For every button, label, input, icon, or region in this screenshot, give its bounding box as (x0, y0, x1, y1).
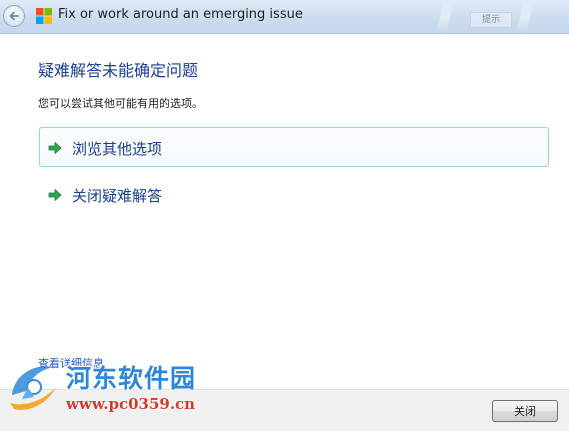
footer-bar: 关闭 (0, 389, 569, 431)
close-button[interactable]: 关闭 (492, 400, 558, 422)
glass-streak (436, 0, 454, 33)
option-label: 关闭疑难解答 (72, 187, 163, 205)
option-label: 浏览其他选项 (72, 140, 163, 158)
close-troubleshooter-button[interactable]: 关闭疑难解答 (39, 174, 549, 214)
view-details-link[interactable]: 查看详细信息 (38, 355, 104, 371)
glass-streak (516, 0, 534, 33)
page-title: 疑难解答未能确定问题 (38, 61, 199, 80)
page-description: 您可以尝试其他可能有用的选项。 (38, 97, 203, 110)
window-title: Fix or work around an emerging issue (58, 7, 303, 22)
green-arrow-icon (48, 189, 62, 201)
green-arrow-icon (48, 142, 62, 154)
windows-logo-icon (36, 8, 52, 24)
title-hint: 提示 (470, 12, 512, 28)
back-arrow-icon (9, 11, 19, 21)
browse-other-options-button[interactable]: 浏览其他选项 (39, 127, 549, 167)
troubleshooter-window: Fix or work around an emerging issue 提示 … (0, 0, 569, 431)
back-button[interactable] (3, 5, 25, 27)
title-bar: Fix or work around an emerging issue 提示 (0, 0, 569, 34)
